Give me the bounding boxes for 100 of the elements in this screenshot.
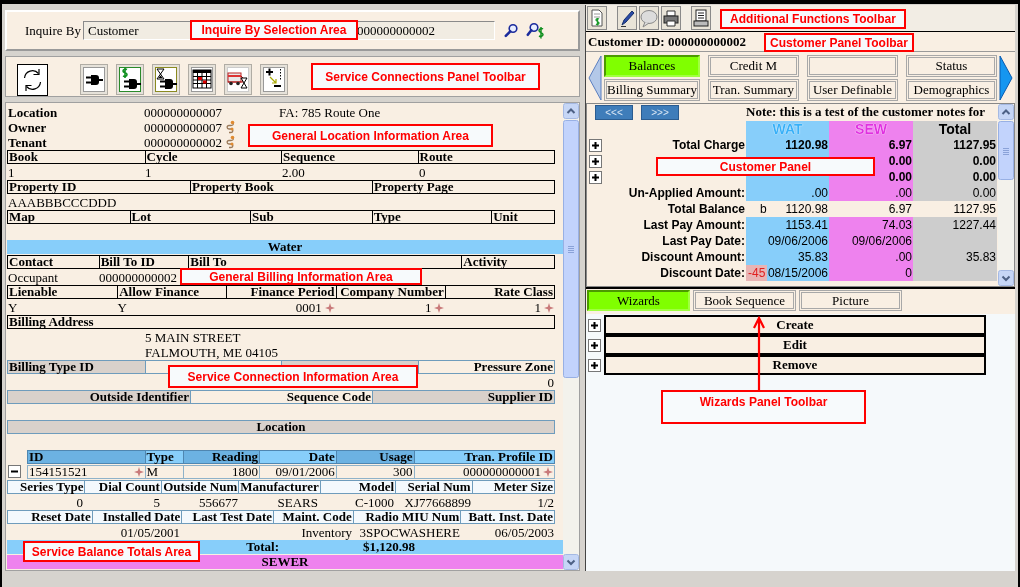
- amount-value: .00: [895, 250, 912, 264]
- column-header: Allow Finance: [117, 286, 227, 298]
- callout-tooltip: Customer Panel Toolbar: [764, 33, 914, 52]
- column-header: Usage: [335, 451, 414, 463]
- amount-value: .00: [895, 186, 912, 200]
- amount-value: .00: [811, 186, 828, 200]
- column-header: Rate Class: [444, 286, 554, 298]
- callout-tooltip: General Billing Information Area: [180, 268, 422, 285]
- field-label: Owner: [7, 120, 48, 135]
- amount-value: 1153.41: [785, 218, 828, 232]
- column-header: Serial Num: [395, 481, 472, 493]
- amount-value: 1127.95: [953, 202, 996, 216]
- column-header: Activity: [461, 256, 554, 268]
- amount-value: 1127.95: [953, 138, 996, 152]
- column-header: Dial Count: [84, 481, 161, 493]
- column-header: Reset Date: [8, 511, 92, 523]
- field-value: Y: [8, 300, 18, 315]
- amount-value: 0.00: [888, 154, 912, 168]
- field-value: 000000000002: [99, 270, 177, 285]
- note-text: Note: this is a test of the customer notes for: [746, 104, 987, 121]
- total-amount: $1,120.98: [363, 540, 416, 554]
- field-value: 0: [547, 375, 554, 390]
- amount-value: 0.00: [972, 154, 996, 168]
- field-value: 3SPOCWASHERE: [359, 525, 460, 540]
- column-header: Book: [8, 151, 39, 163]
- row-label: Total Charge: [671, 137, 746, 153]
- amount-value: 09/06/2006: [767, 234, 828, 248]
- column-header: Billing Type ID: [8, 361, 145, 373]
- field-label: Tenant: [7, 135, 48, 150]
- callout-tooltip: Service Connection Information Area: [168, 365, 418, 388]
- column-header: Last Test Date: [181, 511, 273, 523]
- amount-value: 74.03: [881, 218, 912, 232]
- callout-tooltip: Customer Panel: [656, 157, 875, 176]
- column-header: WAT: [746, 121, 829, 137]
- total-label: Total:: [246, 540, 280, 554]
- field-value: SEARS: [277, 495, 318, 510]
- section-header: Location: [7, 420, 555, 434]
- field-value: 2.00: [282, 165, 305, 180]
- field-value: 1: [8, 165, 15, 180]
- column-header: Lot: [129, 211, 251, 223]
- field-value: Y: [117, 300, 127, 315]
- amount-value: 1227.44: [952, 218, 996, 232]
- amount-value: 0.00: [888, 170, 912, 184]
- amount-value: 35.83: [797, 250, 828, 264]
- column-header: Series Type: [8, 481, 85, 493]
- field-value: 01/05/2001: [120, 525, 180, 540]
- field-label: Inquire By: [25, 22, 82, 39]
- column-header: Billing Address: [8, 316, 95, 328]
- column-header: Property Book: [190, 181, 372, 193]
- amount-value: 0: [905, 266, 912, 280]
- column-header: Date: [259, 451, 336, 463]
- table-cell: 1800: [232, 466, 259, 478]
- row-label: Discount Date:: [659, 265, 746, 281]
- day-count-badge: -45: [746, 265, 768, 281]
- column-header: Sub: [250, 211, 372, 223]
- field-value: Inventory: [301, 525, 352, 540]
- field-value: 1: [534, 300, 541, 315]
- field-label: Location: [7, 105, 59, 120]
- amount-value: 09/06/2006: [851, 234, 912, 248]
- table-cell: 300: [393, 466, 413, 478]
- field-value: FA: 785 Route One: [279, 105, 382, 120]
- column-header: Tran. Profile ID: [413, 451, 554, 463]
- column-header: Cycle: [144, 151, 281, 163]
- column-header: ID: [28, 451, 145, 463]
- column-header: Type: [144, 451, 184, 463]
- field-value: 0: [76, 495, 83, 510]
- row-label: Last Pay Date:: [661, 233, 746, 249]
- column-header: Manufacturer: [238, 481, 320, 493]
- field-value: 1/2: [537, 495, 554, 510]
- column-header: Lienable: [9, 286, 59, 298]
- amount-value: 08/15/2006: [767, 266, 828, 280]
- column-header: Route: [417, 151, 554, 163]
- amount-value: 35.83: [965, 250, 996, 264]
- column-header: Supplier ID: [372, 391, 554, 403]
- amount-value: 6.97: [888, 202, 912, 216]
- column-header: Map: [8, 211, 36, 223]
- field-value: 1: [145, 165, 152, 180]
- row-label: Un-Applied Amount:: [627, 185, 746, 201]
- column-header: Meter Size: [471, 481, 554, 493]
- row-label: Last Pay Amount:: [642, 217, 746, 233]
- row-label: Discount Amount:: [640, 249, 746, 265]
- section-header: Water: [7, 240, 563, 254]
- field-value: C-1000: [355, 495, 394, 510]
- billing-address: 5 MAIN STREET FALMOUTH, ME 04105: [144, 330, 279, 360]
- table-cell: 000000000001: [463, 466, 541, 478]
- field-value: 556677: [199, 495, 238, 510]
- field-value: 1: [424, 300, 432, 315]
- column-header: Radio MIU Num: [352, 511, 461, 523]
- callout-tooltip: Inquire By Selection Area: [190, 20, 358, 40]
- amount-value: 1120.98: [785, 202, 828, 216]
- table-cell: 154151521: [29, 466, 88, 478]
- field-value: 000000000007: [144, 105, 222, 120]
- amount-value: 1120.98: [785, 138, 828, 152]
- column-header: Total: [913, 121, 997, 137]
- callout-tooltip: Service Balance Totals Area: [23, 541, 200, 562]
- callout-tooltip: Wizards Panel Toolbar: [661, 390, 866, 424]
- amount-value: 0.00: [972, 186, 996, 200]
- field-value: 000000000002: [144, 135, 222, 150]
- column-header: Sequence: [281, 151, 418, 163]
- column-header: Unit: [491, 211, 554, 223]
